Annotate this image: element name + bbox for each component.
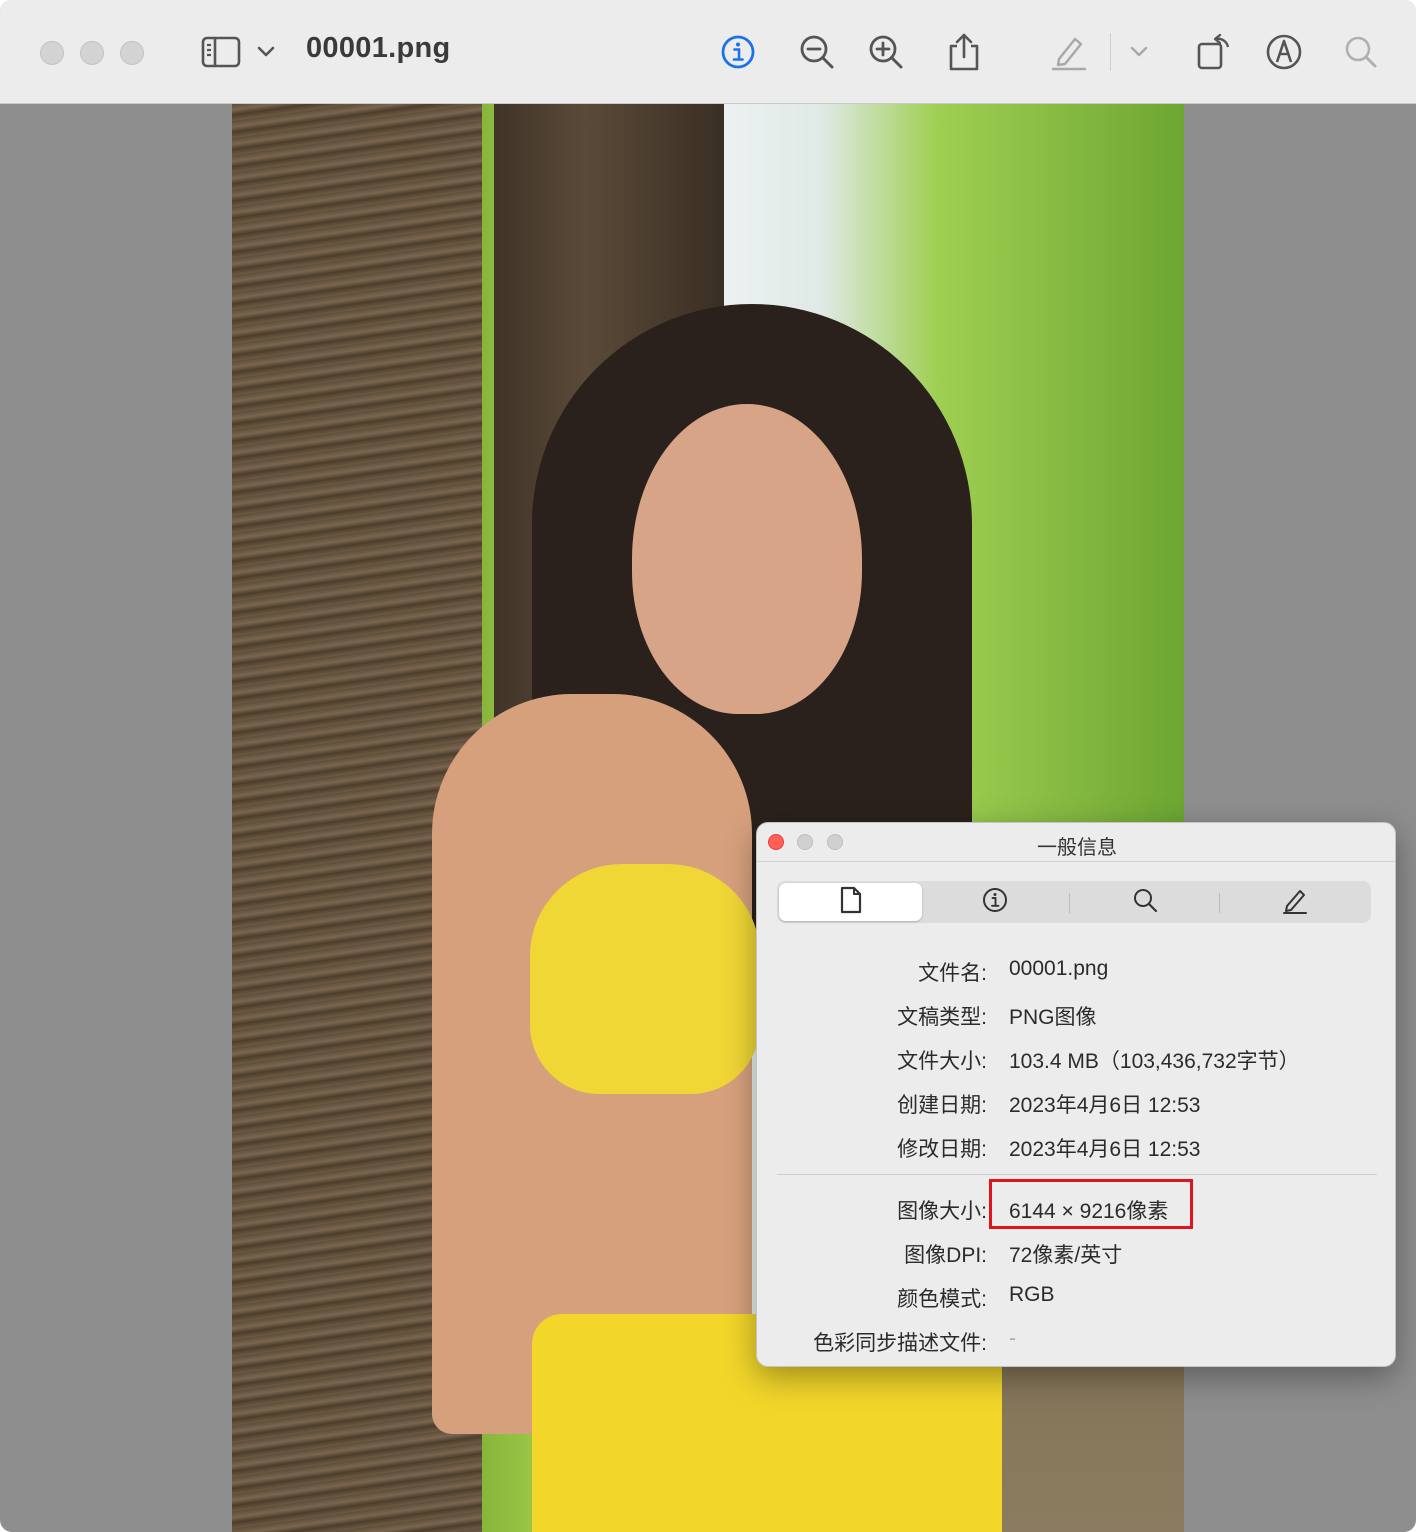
pencil-icon <box>1281 886 1309 919</box>
field-value: PNG图像 <box>1009 1006 1097 1029</box>
info-panel: 一般信息 文件名: 00001.png 文稿类型: PNG图像 文件大小: 10… <box>756 822 1396 1367</box>
info-panel-title: 一般信息 <box>1037 837 1117 859</box>
zoom-window-button[interactable] <box>120 41 144 65</box>
tab-general[interactable] <box>779 883 922 921</box>
rotate-icon[interactable] <box>1192 30 1236 74</box>
field-label: 文件大小: <box>897 1050 987 1073</box>
field-label: 颜色模式: <box>897 1288 987 1311</box>
field-row-dpi: 图像DPI: 72像素/英寸 <box>757 1239 1395 1269</box>
minimize-window-button[interactable] <box>80 41 104 65</box>
field-label: 色彩同步描述文件: <box>813 1332 987 1355</box>
field-value: 2023年4月6日 12:53 <box>1009 1138 1201 1161</box>
highlight-box <box>989 1179 1193 1229</box>
field-row-doctype: 文稿类型: PNG图像 <box>757 1001 1395 1031</box>
toolbar-divider <box>1110 33 1111 71</box>
field-row-colorsync-profile: 色彩同步描述文件: - <box>757 1327 1395 1357</box>
chevron-down-icon[interactable] <box>244 30 288 74</box>
section-divider <box>777 1174 1377 1175</box>
tab-more-info[interactable] <box>923 883 1066 921</box>
search-icon <box>1132 887 1158 918</box>
field-label: 图像DPI: <box>904 1244 987 1267</box>
field-row-filename: 文件名: 00001.png <box>757 957 1395 987</box>
markup-icon[interactable] <box>1262 30 1306 74</box>
info-tab-bar <box>777 881 1371 923</box>
field-label: 文稿类型: <box>897 1006 987 1029</box>
close-window-button[interactable] <box>40 41 64 65</box>
document-icon <box>839 886 863 919</box>
tab-divider <box>1219 893 1220 913</box>
field-value: RGB <box>1009 1283 1055 1306</box>
field-label: 图像大小: <box>897 1200 987 1223</box>
info-icon <box>982 887 1008 918</box>
chevron-down-icon[interactable] <box>1117 30 1161 74</box>
zoom-out-icon[interactable] <box>795 30 839 74</box>
zoom-in-icon[interactable] <box>864 30 908 74</box>
highlighter-icon[interactable] <box>1047 30 1091 74</box>
tab-annotations[interactable] <box>1223 883 1366 921</box>
field-label: 文件名: <box>918 962 987 985</box>
field-value: 00001.png <box>1009 957 1109 980</box>
field-label: 修改日期: <box>897 1138 987 1161</box>
photo-yellow-top <box>530 864 760 1094</box>
window-toolbar: 00001.png <box>0 0 1416 104</box>
info-title-divider <box>757 861 1395 862</box>
photo-face <box>632 404 862 714</box>
field-label: 创建日期: <box>897 1094 987 1117</box>
tab-divider <box>1069 893 1070 913</box>
preview-window: 00001.png 一般信息 文件名: 00001.png 文稿类型: PNG图… <box>0 0 1416 1532</box>
window-title: 00001.png <box>306 32 451 64</box>
field-row-modified: 修改日期: 2023年4月6日 12:53 <box>757 1133 1395 1163</box>
field-row-color-mode: 颜色模式: RGB <box>757 1283 1395 1313</box>
search-icon[interactable] <box>1339 30 1383 74</box>
field-value: - <box>1009 1327 1016 1350</box>
field-row-filesize: 文件大小: 103.4 MB（103,436,732字节） <box>757 1045 1395 1075</box>
field-value: 103.4 MB（103,436,732字节） <box>1009 1050 1300 1073</box>
share-icon[interactable] <box>942 30 986 74</box>
field-row-created: 创建日期: 2023年4月6日 12:53 <box>757 1089 1395 1119</box>
field-value: 2023年4月6日 12:53 <box>1009 1094 1201 1117</box>
info-icon[interactable] <box>716 30 760 74</box>
tab-keywords[interactable] <box>1073 883 1216 921</box>
field-value: 72像素/英寸 <box>1009 1244 1123 1267</box>
sidebar-icon[interactable] <box>199 30 243 74</box>
